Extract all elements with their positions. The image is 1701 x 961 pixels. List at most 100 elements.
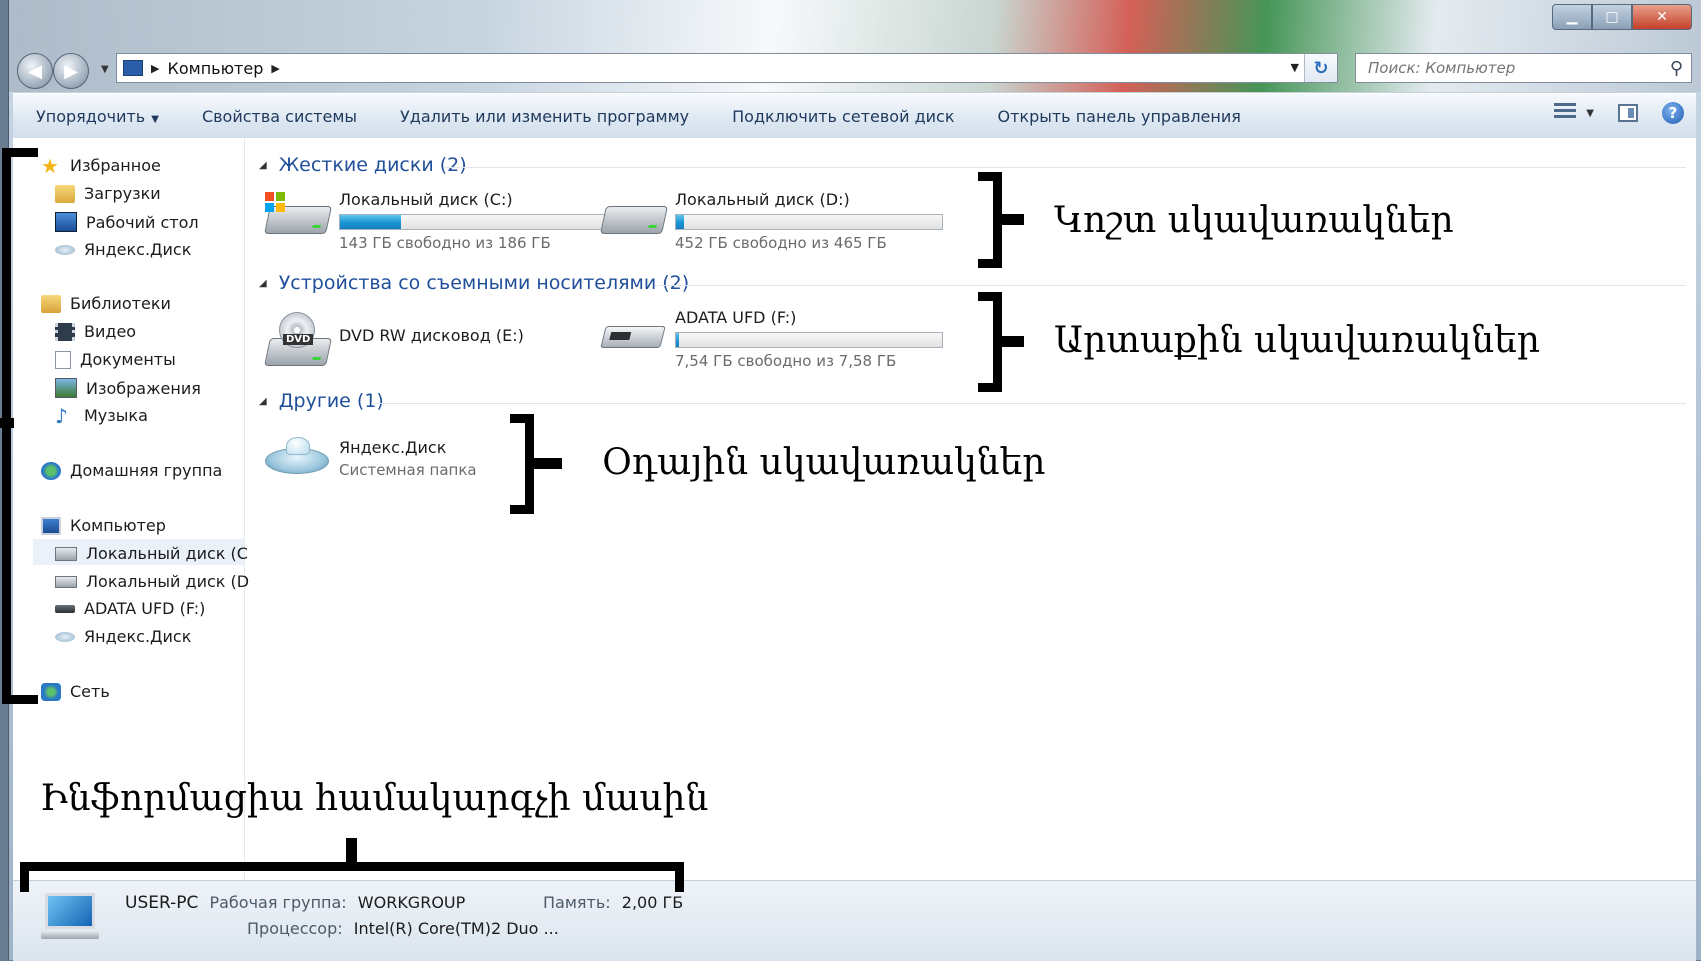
cpu-value: Intel(R) Core(TM)2 Duo ... bbox=[353, 919, 559, 938]
computer-name-row: USER-PC Рабочая группа: WORKGROUP bbox=[125, 893, 465, 913]
command-bar: Упорядочить ▼ Свойства системы Удалить ил… bbox=[13, 93, 1696, 139]
drive-free-space: 143 ГБ свободно из 186 ГБ bbox=[339, 234, 551, 252]
sidebar-item-music[interactable]: ♪ Музыка bbox=[55, 403, 148, 428]
sidebar-item-video[interactable]: Видео bbox=[55, 322, 136, 341]
address-dropdown-icon[interactable]: ▼ bbox=[1291, 61, 1299, 74]
sidebar-brace-tip bbox=[0, 418, 14, 428]
breadcrumb-chevron-icon[interactable]: ▶ bbox=[271, 62, 279, 75]
address-bar[interactable]: ▶ Компьютер ▶ ▼ ↻ bbox=[116, 53, 1338, 83]
sidebar-label: Библиотеки bbox=[70, 294, 171, 313]
collapse-triangle-icon[interactable]: ◢ bbox=[259, 396, 267, 407]
yandex-disk-folder[interactable]: Яндекс.Диск Системная папка bbox=[261, 437, 477, 490]
close-button[interactable]: ✕ bbox=[1632, 4, 1692, 30]
network-icon bbox=[41, 682, 61, 701]
annotation-hard-disks: Կոշտ սկավառակներ bbox=[1054, 200, 1454, 241]
sidebar-item-yandex-disk[interactable]: Яндекс.Диск bbox=[55, 240, 191, 259]
search-icon[interactable]: ⚲ bbox=[1670, 58, 1683, 79]
hard-disks-brace bbox=[978, 172, 1002, 268]
drive-usage-fill bbox=[676, 215, 684, 229]
sidebar-item-yandex-disk-computer[interactable]: Яндекс.Диск bbox=[55, 627, 191, 646]
help-icon[interactable]: ? bbox=[1662, 102, 1684, 124]
annotation-cloud-disks: Օդային սկավառակներ bbox=[602, 442, 1046, 483]
maximize-button[interactable]: □ bbox=[1592, 4, 1632, 30]
folder-type: Системная папка bbox=[339, 461, 477, 479]
map-network-drive-button[interactable]: Подключить сетевой диск bbox=[709, 107, 974, 126]
sidebar-item-drive-f[interactable]: ADATA UFD (F:) bbox=[55, 599, 205, 618]
group-divider bbox=[371, 403, 1686, 404]
hard-drive-icon bbox=[597, 190, 668, 242]
search-box[interactable]: ⚲ bbox=[1355, 53, 1692, 83]
annotation-system-info: Ինֆորմացիա համակարգչի մասին bbox=[40, 778, 709, 819]
minimize-button[interactable]: ▁ bbox=[1552, 4, 1592, 30]
group-header-removable[interactable]: ◢ Устройства со съемными носителями (2) bbox=[259, 272, 689, 294]
sidebar-label: Изображения bbox=[86, 378, 201, 398]
memory-value: 2,00 ГБ bbox=[621, 893, 684, 912]
downloads-folder-icon bbox=[55, 184, 75, 203]
sidebar-item-favorites[interactable]: ★ Избранное bbox=[41, 156, 161, 176]
sidebar-item-downloads[interactable]: Загрузки bbox=[55, 184, 161, 203]
sidebar-item-network[interactable]: Сеть bbox=[41, 682, 110, 701]
view-options-icon bbox=[1554, 103, 1577, 123]
drive-name: Локальный диск (C:) bbox=[339, 190, 513, 209]
window-controls: ▁ □ ✕ bbox=[1552, 4, 1692, 30]
drive-c[interactable]: Локальный диск (C:) 143 ГБ свободно из 1… bbox=[261, 190, 607, 252]
usb-drive-icon bbox=[55, 604, 75, 613]
cloud-disk-icon bbox=[55, 631, 75, 642]
music-note-icon: ♪ bbox=[55, 403, 68, 428]
organize-button[interactable]: Упорядочить ▼ bbox=[13, 107, 179, 126]
search-input[interactable] bbox=[1366, 58, 1650, 78]
navigation-pane: ★ Избранное Загрузки Рабочий стол Яндекс… bbox=[13, 138, 249, 880]
sidebar-item-drive-c[interactable]: Локальный диск (C bbox=[55, 544, 248, 563]
computer-icon bbox=[123, 60, 143, 76]
sidebar-item-desktop[interactable]: Рабочий стол bbox=[55, 212, 199, 232]
sidebar-item-homegroup[interactable]: Домашняя группа bbox=[41, 461, 222, 480]
memory-row: Память: 2,00 ГБ bbox=[543, 893, 683, 912]
sidebar-label: Видео bbox=[84, 322, 137, 341]
group-divider bbox=[655, 285, 1686, 286]
group-header-hard-disks[interactable]: ◢ Жесткие диски (2) bbox=[259, 154, 467, 176]
refresh-icon[interactable]: ↻ bbox=[1304, 54, 1337, 82]
drive-name: DVD RW дисковод (E:) bbox=[339, 326, 524, 345]
sidebar-label: ADATA UFD (F:) bbox=[84, 599, 206, 618]
annotation-external-disks: Արտաքին սկավառակներ bbox=[1054, 320, 1540, 361]
drive-d[interactable]: Локальный диск (D:) 452 ГБ свободно из 4… bbox=[597, 190, 943, 252]
details-brace-tip bbox=[346, 838, 357, 866]
cloud-disk-icon bbox=[55, 244, 75, 255]
drive-e[interactable]: DVD DVD RW дисковод (E:) bbox=[261, 312, 524, 366]
sidebar-label: Яндекс.Диск bbox=[84, 240, 192, 259]
sidebar-item-computer[interactable]: Компьютер bbox=[41, 516, 166, 535]
preview-pane-icon[interactable] bbox=[1618, 104, 1638, 122]
sidebar-label: Локальный диск (C bbox=[86, 544, 248, 563]
breadcrumb-chevron-icon[interactable]: ▶ bbox=[151, 62, 159, 75]
homegroup-icon bbox=[41, 461, 61, 480]
usb-drive-icon bbox=[597, 308, 667, 360]
sidebar-label: Музыка bbox=[84, 406, 148, 425]
sidebar-item-pictures[interactable]: Изображения bbox=[55, 378, 201, 398]
group-header-other[interactable]: ◢ Другие (1) bbox=[259, 390, 384, 412]
other-brace bbox=[510, 414, 534, 514]
recent-pages-dropdown[interactable]: ▼ bbox=[101, 64, 109, 75]
breadcrumb-computer[interactable]: Компьютер bbox=[167, 59, 263, 78]
computer-icon bbox=[41, 516, 61, 535]
collapse-triangle-icon[interactable]: ◢ bbox=[259, 160, 267, 171]
group-title: Жесткие диски (2) bbox=[278, 154, 467, 176]
document-icon bbox=[55, 350, 71, 369]
sidebar-label: Яндекс.Диск bbox=[84, 627, 192, 646]
uninstall-program-button[interactable]: Удалить или изменить программу bbox=[377, 107, 709, 126]
organize-label: Упорядочить bbox=[36, 106, 146, 126]
collapse-triangle-icon[interactable]: ◢ bbox=[259, 278, 267, 289]
workgroup-label: Рабочая группа: bbox=[209, 893, 347, 912]
sidebar-item-libraries[interactable]: Библиотеки bbox=[41, 294, 171, 313]
film-icon bbox=[55, 322, 75, 341]
change-view-button[interactable]: ▼ bbox=[1554, 103, 1594, 123]
forward-button[interactable]: ▶ bbox=[53, 53, 89, 89]
sidebar-item-documents[interactable]: Документы bbox=[55, 350, 176, 369]
open-control-panel-button[interactable]: Открыть панель управления bbox=[974, 107, 1260, 126]
sidebar-item-drive-d[interactable]: Локальный диск (D bbox=[55, 572, 249, 591]
other-brace-tip bbox=[532, 458, 562, 469]
system-properties-button[interactable]: Свойства системы bbox=[179, 107, 377, 126]
back-button[interactable]: ◀ bbox=[17, 53, 53, 89]
sidebar-label: Домашняя группа bbox=[70, 461, 223, 480]
drive-f[interactable]: ADATA UFD (F:) 7,54 ГБ свободно из 7,58 … bbox=[597, 308, 943, 370]
flying-saucer-icon bbox=[261, 437, 331, 490]
